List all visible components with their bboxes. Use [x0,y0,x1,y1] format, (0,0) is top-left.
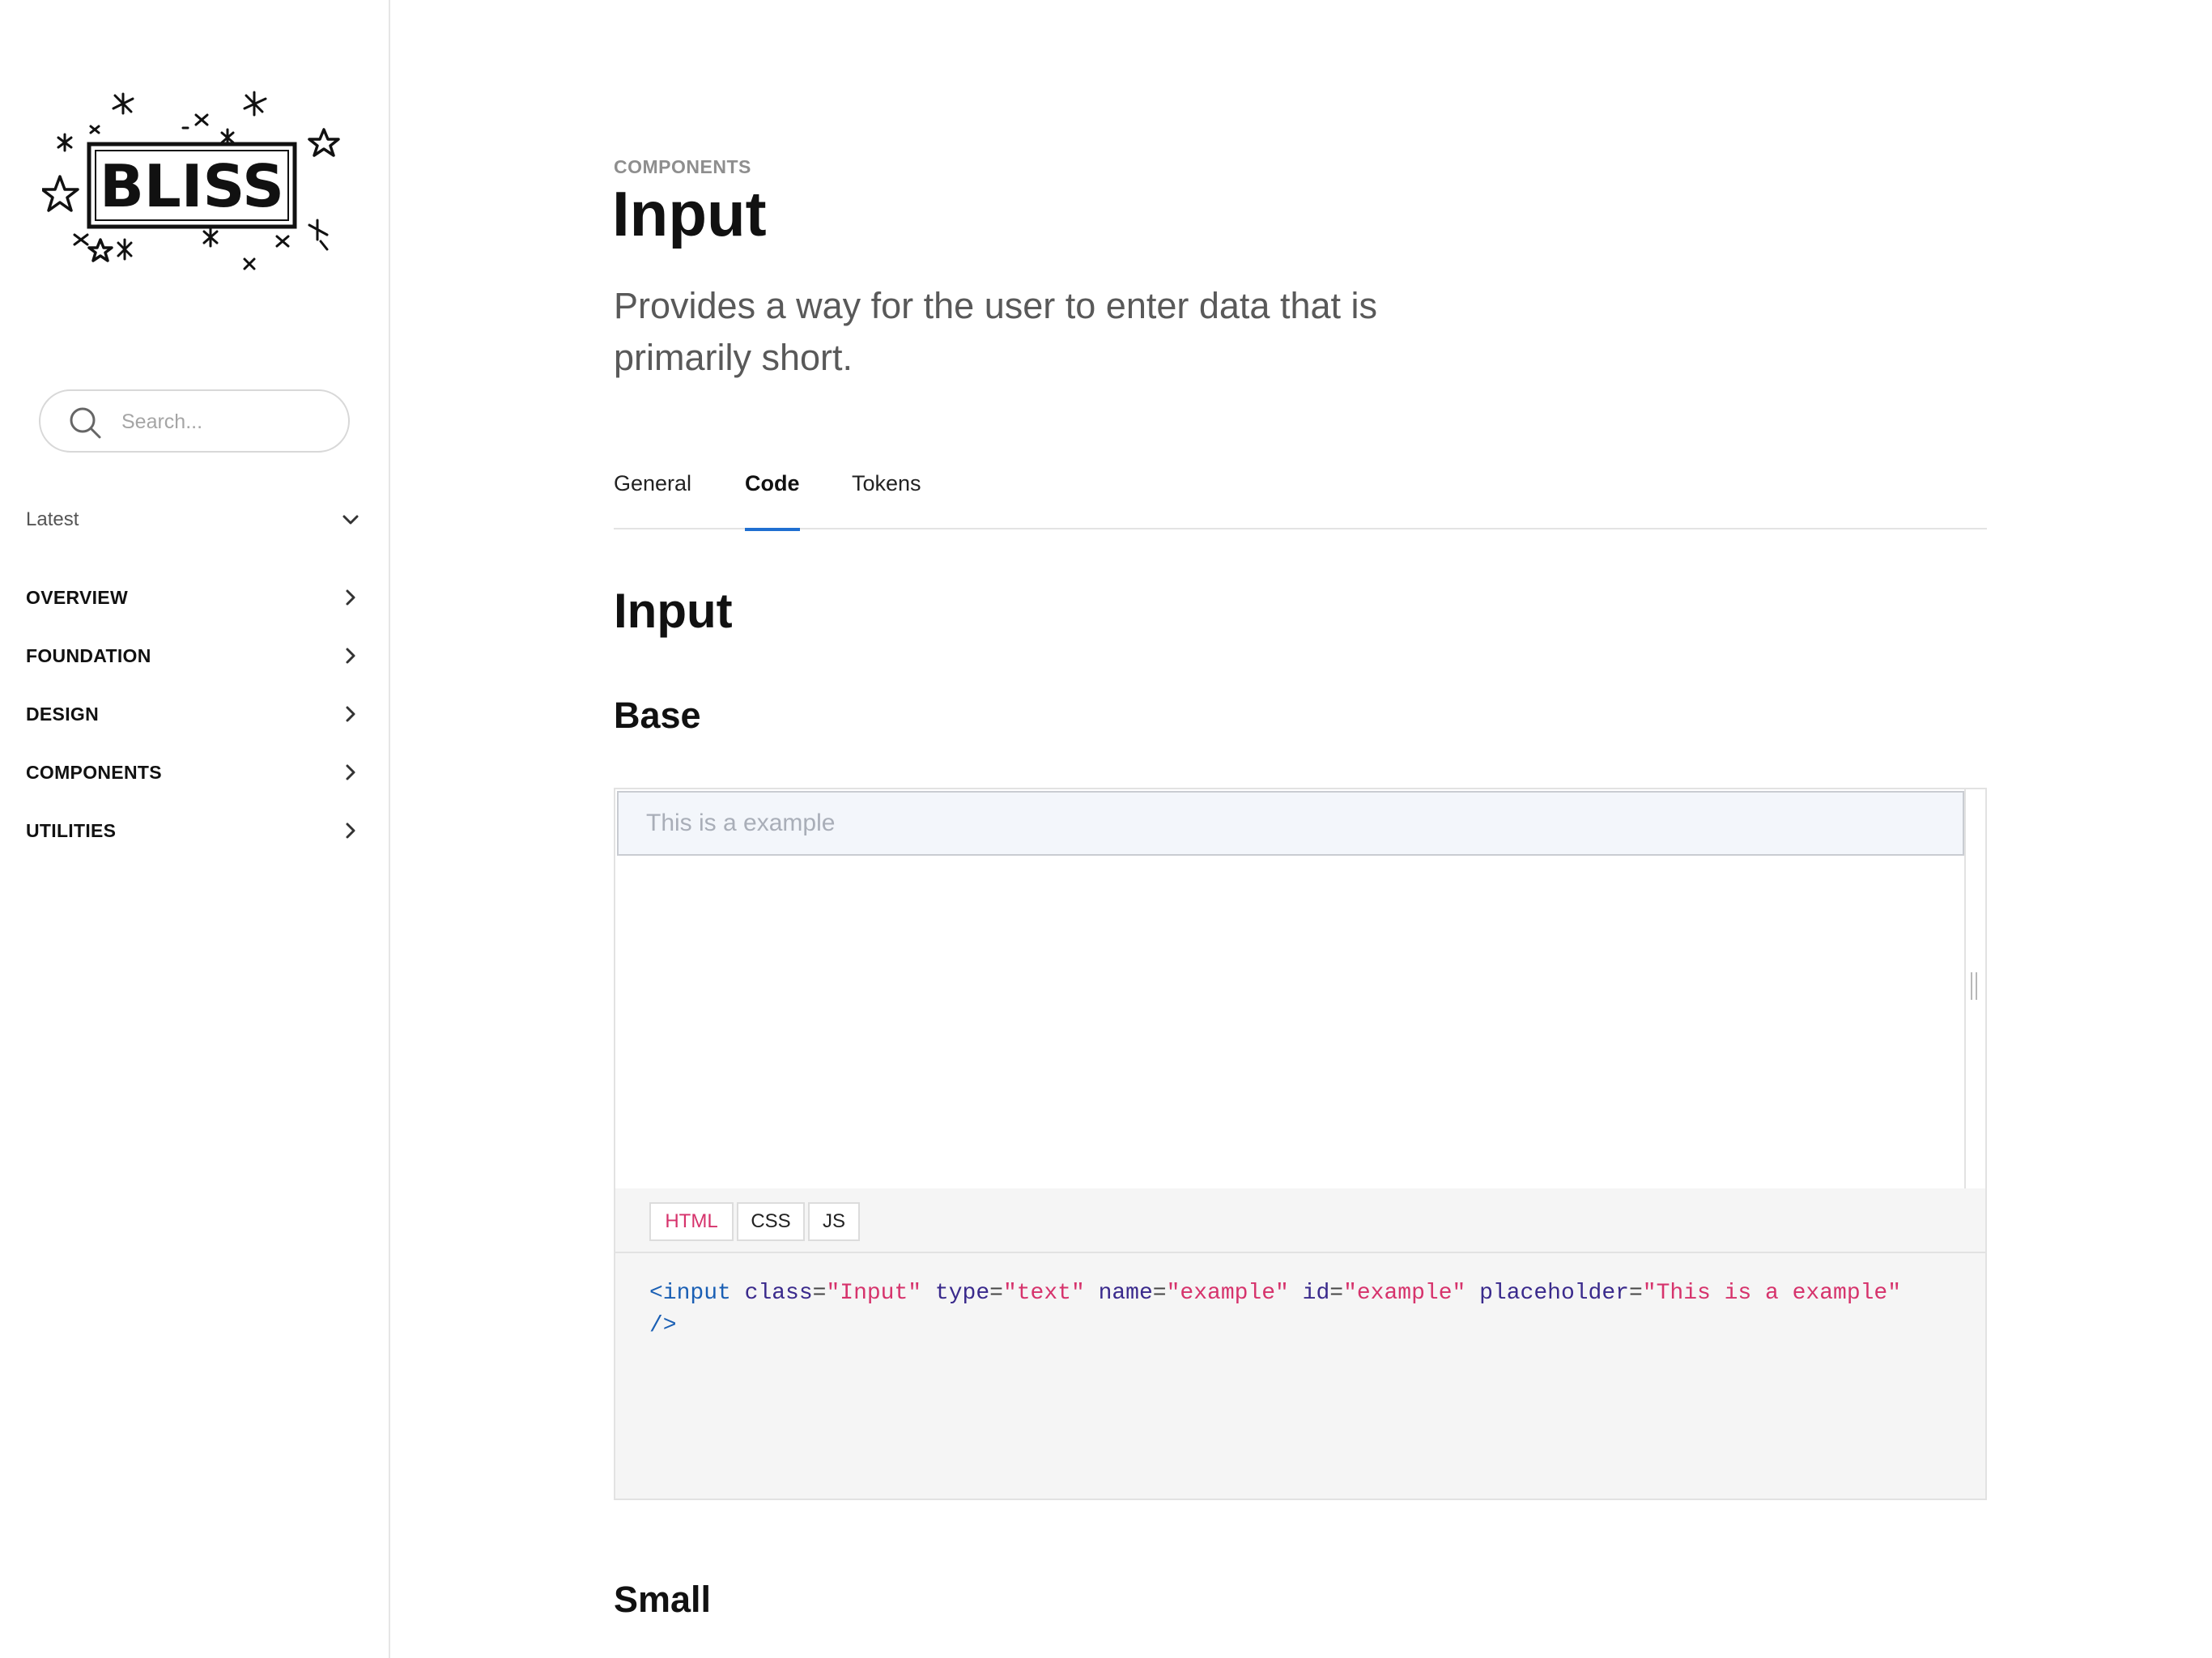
chevron-down-icon [342,515,359,525]
sidebar-item-label: COMPONENTS [26,761,162,783]
version-select[interactable]: Latest [26,505,359,534]
sidebar-item-overview[interactable]: OVERVIEW [26,568,359,627]
page-tabs: General Code Tokens [614,465,1987,531]
code-snippet[interactable]: <input class="Input" type="text" name="e… [649,1278,1912,1342]
code-attr-value: "example" [1343,1281,1466,1306]
tab-general[interactable]: General [614,465,691,529]
search-input[interactable] [120,402,334,441]
search-box[interactable] [39,389,350,453]
code-tag-open: <input [649,1281,731,1306]
sidebar-item-utilities[interactable]: UTILITIES [26,801,359,860]
example-panel: HTML CSS JS <input class="Input" type="t… [614,788,1987,1500]
sidebar-item-label: OVERVIEW [26,586,128,608]
code-attr-value: "example" [1166,1281,1289,1306]
code-tab-js[interactable]: JS [808,1202,860,1241]
chevron-right-icon [346,823,355,839]
tab-tokens[interactable]: Tokens [852,465,921,529]
sidebar-item-label: FOUNDATION [26,644,151,666]
example-preview [615,789,1966,1188]
sidebar-item-foundation[interactable]: FOUNDATION [26,627,359,685]
breadcrumb-category: COMPONENTS [614,156,751,177]
code-attr-name: name [1098,1281,1153,1306]
chevron-right-icon [346,589,355,606]
code-language-tabs: HTML CSS JS [615,1188,1985,1253]
tab-code[interactable]: Code [745,465,800,531]
code-attr-name: type [934,1281,990,1306]
subsection-title-small: Small [614,1579,712,1620]
version-label: Latest [26,508,79,530]
page-title: Input [612,178,767,249]
section-title: Input [614,584,733,638]
code-tab-css[interactable]: CSS [737,1202,805,1241]
sidebar-item-label: UTILITIES [26,819,117,841]
chevron-right-icon [346,706,355,722]
example-input[interactable] [617,791,1964,856]
chevron-right-icon [346,764,355,780]
code-attr-name: placeholder [1479,1281,1629,1306]
code-attr-value: "Input" [826,1281,922,1306]
search-icon [70,407,101,439]
bliss-logo[interactable]: BLISS [42,91,343,277]
sidebar: BLISS Latest OVERVIEW FOUNDATION DE [0,0,390,1658]
code-attr-name: id [1302,1281,1330,1306]
page-description: Provides a way for the user to enter dat… [614,285,1378,378]
sidebar-item-label: DESIGN [26,703,99,725]
code-tag-close: /> [649,1313,677,1338]
chevron-right-icon [346,648,355,664]
code-attr-value: "text" [1002,1281,1085,1306]
code-panel: HTML CSS JS <input class="Input" type="t… [615,1188,1985,1499]
resize-handle-icon[interactable] [1971,972,1979,1000]
logo-text: BLISS [100,152,284,220]
sidebar-item-components[interactable]: COMPONENTS [26,743,359,801]
sidebar-item-design[interactable]: DESIGN [26,685,359,743]
subsection-title-base: Base [614,695,701,736]
code-tab-html[interactable]: HTML [649,1202,734,1241]
code-attr-value: "This is a example" [1642,1281,1902,1306]
code-attr-name: class [744,1281,813,1306]
logo-graphic: BLISS [42,91,340,270]
sidebar-nav: OVERVIEW FOUNDATION DESIGN COMPONENTS UT… [26,568,359,860]
